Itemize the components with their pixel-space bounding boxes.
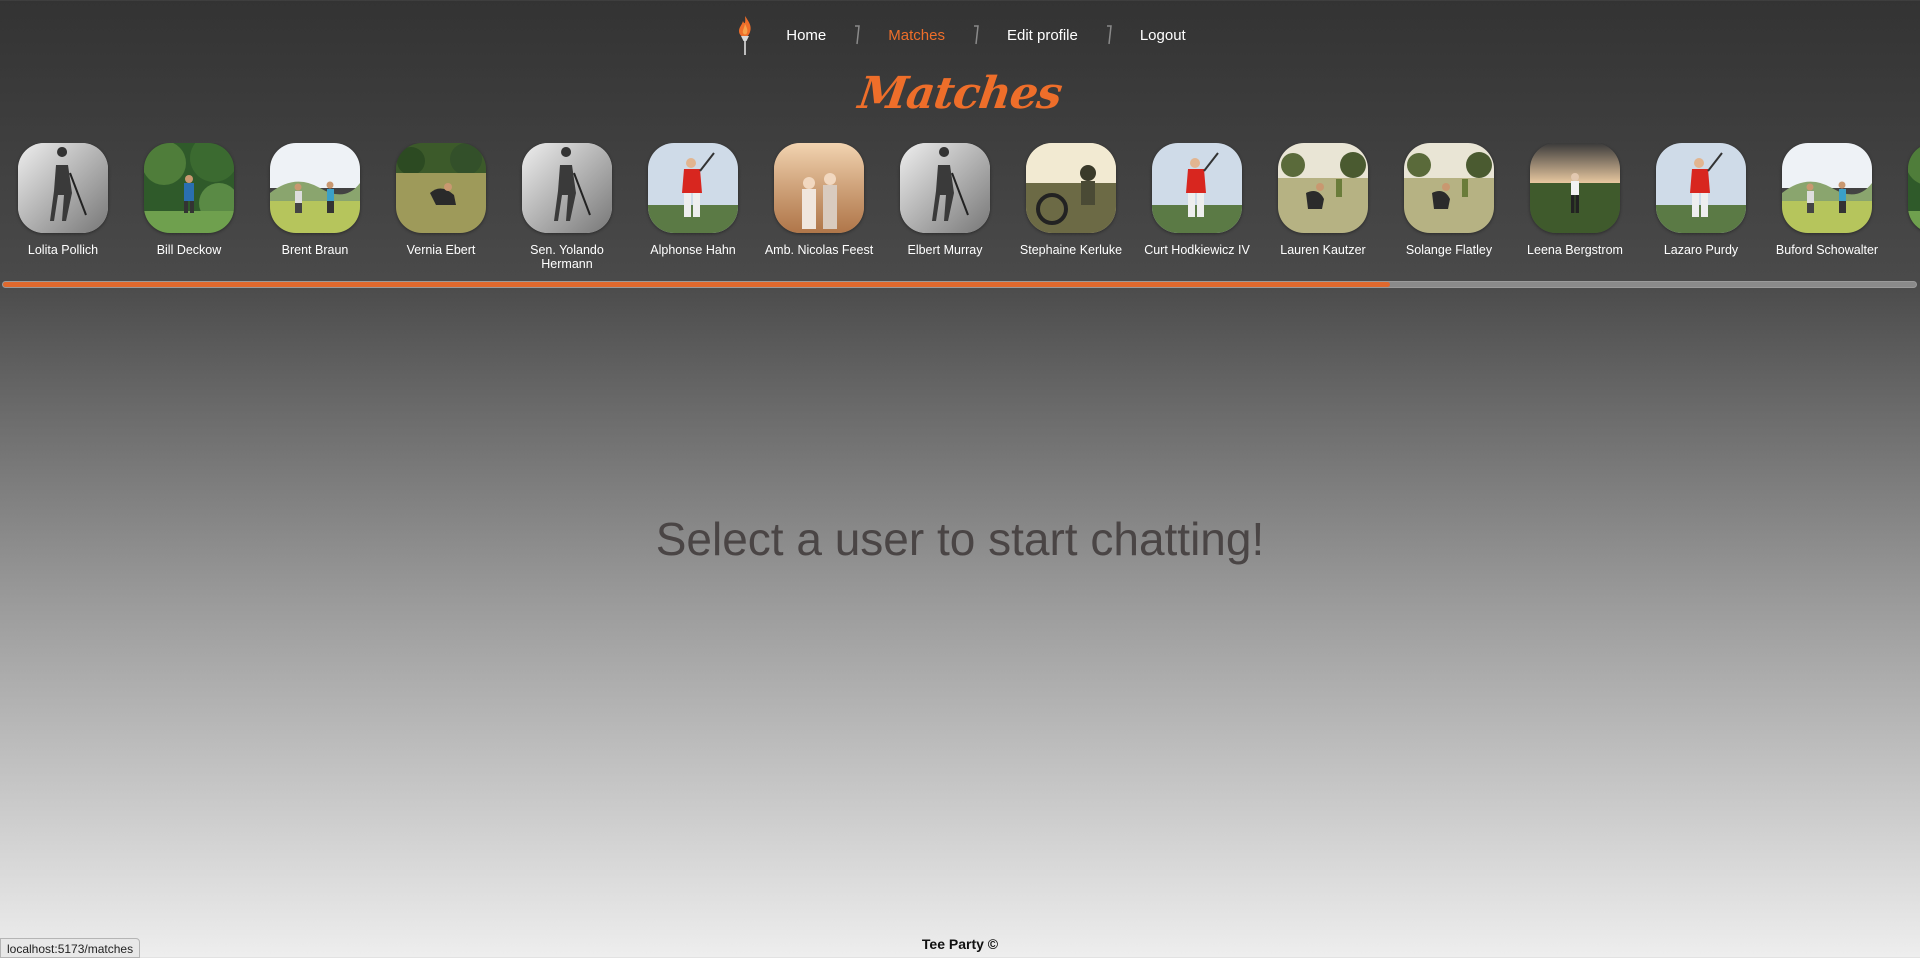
match-card[interactable]: Elbert Murray <box>882 143 1008 271</box>
nav-divider <box>852 24 862 46</box>
footer-copyright: Tee Party © <box>921 936 999 952</box>
match-name: Lazaro Purdy <box>1663 243 1739 257</box>
match-name: Alphonse Hahn <box>650 243 736 257</box>
nav-divider <box>1104 24 1114 46</box>
match-card[interactable]: Alphonse Hahn <box>630 143 756 271</box>
match-name: Stephaine Kerluke <box>1019 243 1123 257</box>
matches-track: Lolita Pollich Bill Deckow Brent Braun Vern… <box>0 143 1920 271</box>
match-card[interactable]: Lauren Kautzer <box>1260 143 1386 271</box>
match-card[interactable]: Bill Deckow <box>126 143 252 271</box>
match-card[interactable]: Ma <box>1890 143 1920 271</box>
match-name: Lolita Pollich <box>27 243 99 257</box>
status-bar-url: localhost:5173/matches <box>0 938 141 958</box>
page-title: Matches <box>855 68 1065 119</box>
match-avatar[interactable] <box>1404 143 1494 233</box>
match-card[interactable]: Sen. Yolando Hermann <box>504 143 630 271</box>
match-name: Curt Hodkiewicz IV <box>1144 243 1250 257</box>
match-avatar[interactable] <box>1656 143 1746 233</box>
match-avatar[interactable] <box>900 143 990 233</box>
main-nav: Home Matches Edit profile Logout <box>0 14 1920 56</box>
match-avatar[interactable] <box>1782 143 1872 233</box>
match-card[interactable]: Brent Braun <box>252 143 378 271</box>
carousel-scrollbar[interactable] <box>2 281 1917 288</box>
match-avatar[interactable] <box>648 143 738 233</box>
match-name: Elbert Murray <box>907 243 983 257</box>
match-name: Solange Flatley <box>1405 243 1493 257</box>
nav-divider <box>971 24 981 46</box>
match-avatar[interactable] <box>522 143 612 233</box>
match-name: Sen. Yolando Hermann <box>530 243 604 271</box>
match-name: Bill Deckow <box>156 243 222 257</box>
nav-home-link[interactable]: Home <box>786 27 826 44</box>
match-avatar[interactable] <box>144 143 234 233</box>
match-avatar[interactable] <box>1026 143 1116 233</box>
nav-logout-link[interactable]: Logout <box>1140 27 1186 44</box>
match-card[interactable]: Buford Schowalter <box>1764 143 1890 271</box>
match-avatar[interactable] <box>774 143 864 233</box>
matches-carousel[interactable]: Lolita Pollich Bill Deckow Brent Braun Vern… <box>0 143 1920 291</box>
match-name: Leena Bergstrom <box>1527 243 1623 257</box>
match-card[interactable]: Stephaine Kerluke <box>1008 143 1134 271</box>
match-avatar[interactable] <box>1278 143 1368 233</box>
match-avatar[interactable] <box>270 143 360 233</box>
torch-flame-icon[interactable] <box>734 14 756 56</box>
match-card[interactable]: Vernia Ebert <box>378 143 504 271</box>
match-card[interactable]: Leena Bergstrom <box>1512 143 1638 271</box>
match-card[interactable]: Lolita Pollich <box>0 143 126 271</box>
empty-chat-message: Select a user to start chatting! <box>655 513 1265 565</box>
match-card[interactable]: Amb. Nicolas Feest <box>756 143 882 271</box>
match-name: Amb. Nicolas Feest <box>764 243 874 257</box>
match-avatar[interactable] <box>396 143 486 233</box>
nav-edit-profile-link[interactable]: Edit profile <box>1007 27 1078 44</box>
match-name: Lauren Kautzer <box>1280 243 1366 257</box>
match-avatar[interactable] <box>1908 143 1920 233</box>
match-card[interactable]: Solange Flatley <box>1386 143 1512 271</box>
match-avatar[interactable] <box>1530 143 1620 233</box>
match-avatar[interactable] <box>1152 143 1242 233</box>
match-name: Brent Braun <box>281 243 349 257</box>
match-avatar[interactable] <box>18 143 108 233</box>
match-card[interactable]: Lazaro Purdy <box>1638 143 1764 271</box>
match-card[interactable]: Curt Hodkiewicz IV <box>1134 143 1260 271</box>
match-name: Vernia Ebert <box>406 243 476 257</box>
match-name: Ma <box>1893 243 1920 257</box>
scrollbar-thumb[interactable] <box>3 282 1390 287</box>
nav-matches-link[interactable]: Matches <box>888 27 945 44</box>
match-name: Buford Schowalter <box>1775 243 1879 257</box>
